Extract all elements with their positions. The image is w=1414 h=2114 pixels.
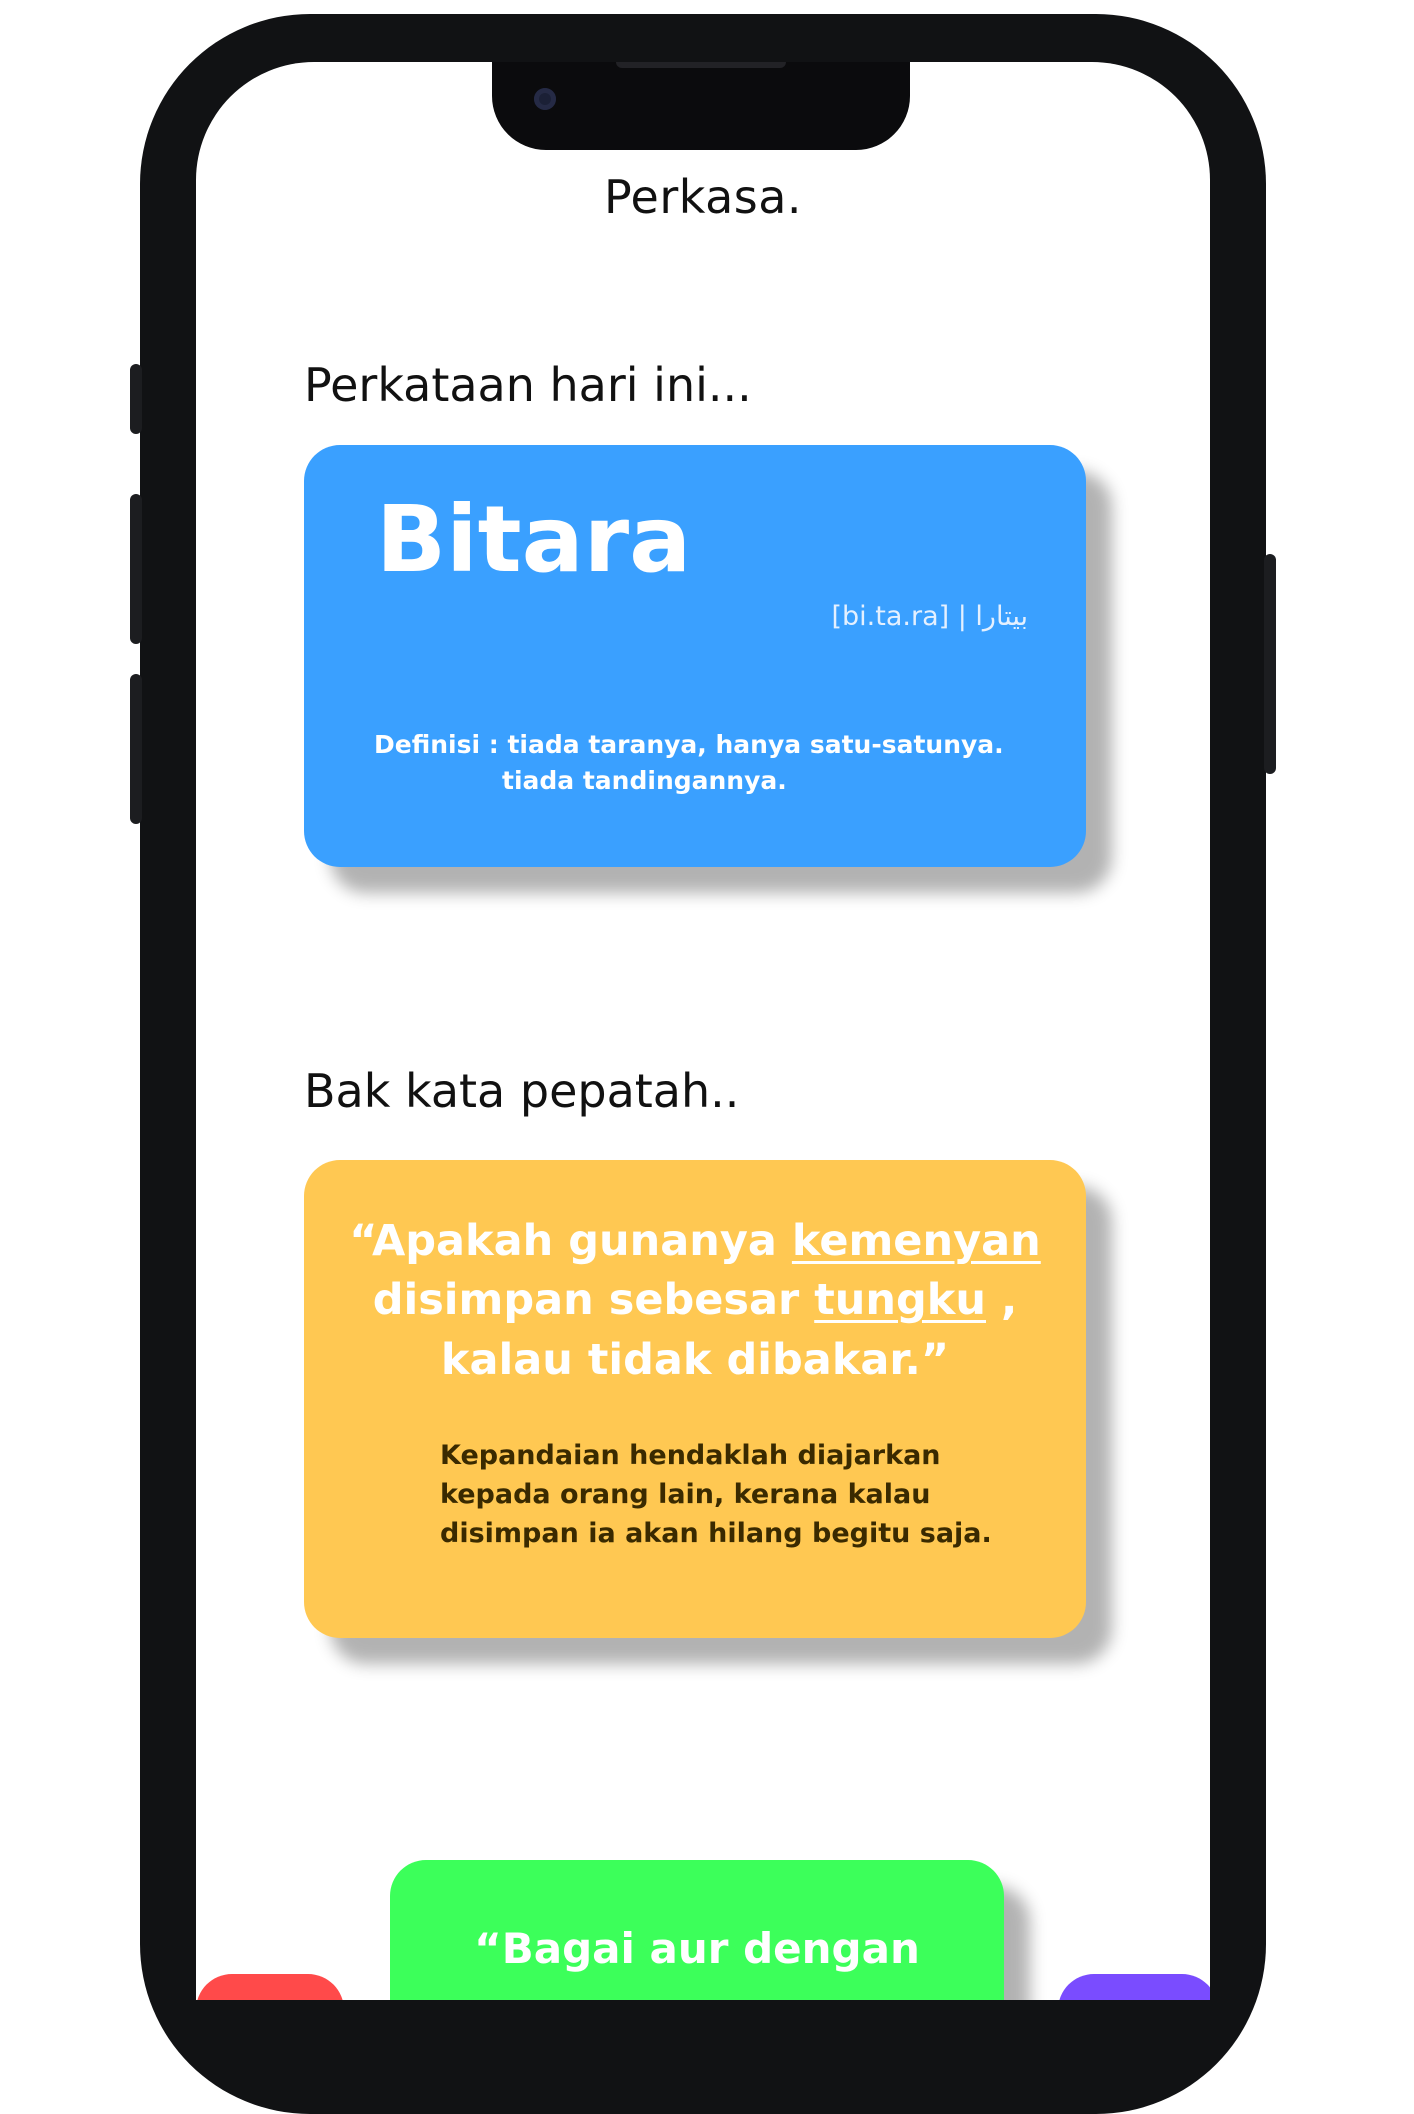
app-title: Perkasa.	[603, 170, 803, 224]
camera-icon	[534, 88, 556, 110]
word-definition: Definisi : tiada taranya, hanya satu-sat…	[374, 727, 1004, 800]
proverb-highlight-kemenyan[interactable]: kemenyan	[792, 1216, 1041, 1266]
proverb-line-3: kalau tidak dibakar.”	[440, 1334, 950, 1385]
volume-up-button	[130, 494, 142, 644]
proverb-heading: Bak kata pepatah..	[304, 1064, 740, 1118]
next-proverb-quote: “Bagai aur dengan	[474, 1924, 920, 1973]
proverb-text: ,	[986, 1275, 1018, 1326]
next-proverb-card[interactable]: “Bagai aur dengan	[390, 1860, 1004, 2000]
proverb-text: disimpan sebesar	[372, 1275, 815, 1326]
silent-switch	[130, 364, 142, 434]
word-of-day-heading: Perkataan hari ini...	[304, 358, 752, 412]
meaning-line-2: kepada orang lain, kerana kalau	[440, 1479, 931, 1511]
meaning-line-1: Kepandaian hendaklah diajarkan	[440, 1440, 941, 1471]
proverb-card[interactable]: “Apakah gunanya kemenyan disimpan sebesa…	[304, 1160, 1086, 1638]
proverb-quote: “Apakah gunanya kemenyan disimpan sebesa…	[304, 1212, 1086, 1390]
proverb-line-2: disimpan sebesar tungku ,	[304, 1271, 1086, 1330]
pronunciation: [bi.ta.ra] | بيتارا	[831, 601, 1029, 632]
notch	[492, 62, 910, 150]
meaning-line-3: disimpan ia akan hilang begitu saja.	[440, 1518, 992, 1550]
definition-line-1: Definisi : tiada taranya, hanya satu-sat…	[374, 730, 1004, 759]
proverb-text: “Apakah gunanya	[349, 1216, 792, 1266]
volume-down-button	[130, 674, 142, 824]
definition-line-2: tiada tandingannya.	[502, 766, 787, 796]
speaker-grille	[616, 62, 786, 68]
proverb-meaning: Kepandaian hendaklah diajarkan kepada or…	[440, 1436, 992, 1553]
proverb-line-1: “Apakah gunanya kemenyan	[304, 1212, 1086, 1271]
proverb-highlight-tungku[interactable]: tungku	[814, 1275, 986, 1325]
power-button	[1264, 554, 1276, 774]
phone-screen: Perkasa. Perkataan hari ini... Bitara [b…	[196, 62, 1210, 2000]
previous-card-peek[interactable]	[196, 1974, 344, 2000]
word-of-day-card[interactable]: Bitara [bi.ta.ra] | بيتارا Definisi : ti…	[304, 445, 1086, 867]
next-card-peek[interactable]	[1058, 1974, 1210, 2000]
word-title: Bitara	[376, 486, 692, 593]
